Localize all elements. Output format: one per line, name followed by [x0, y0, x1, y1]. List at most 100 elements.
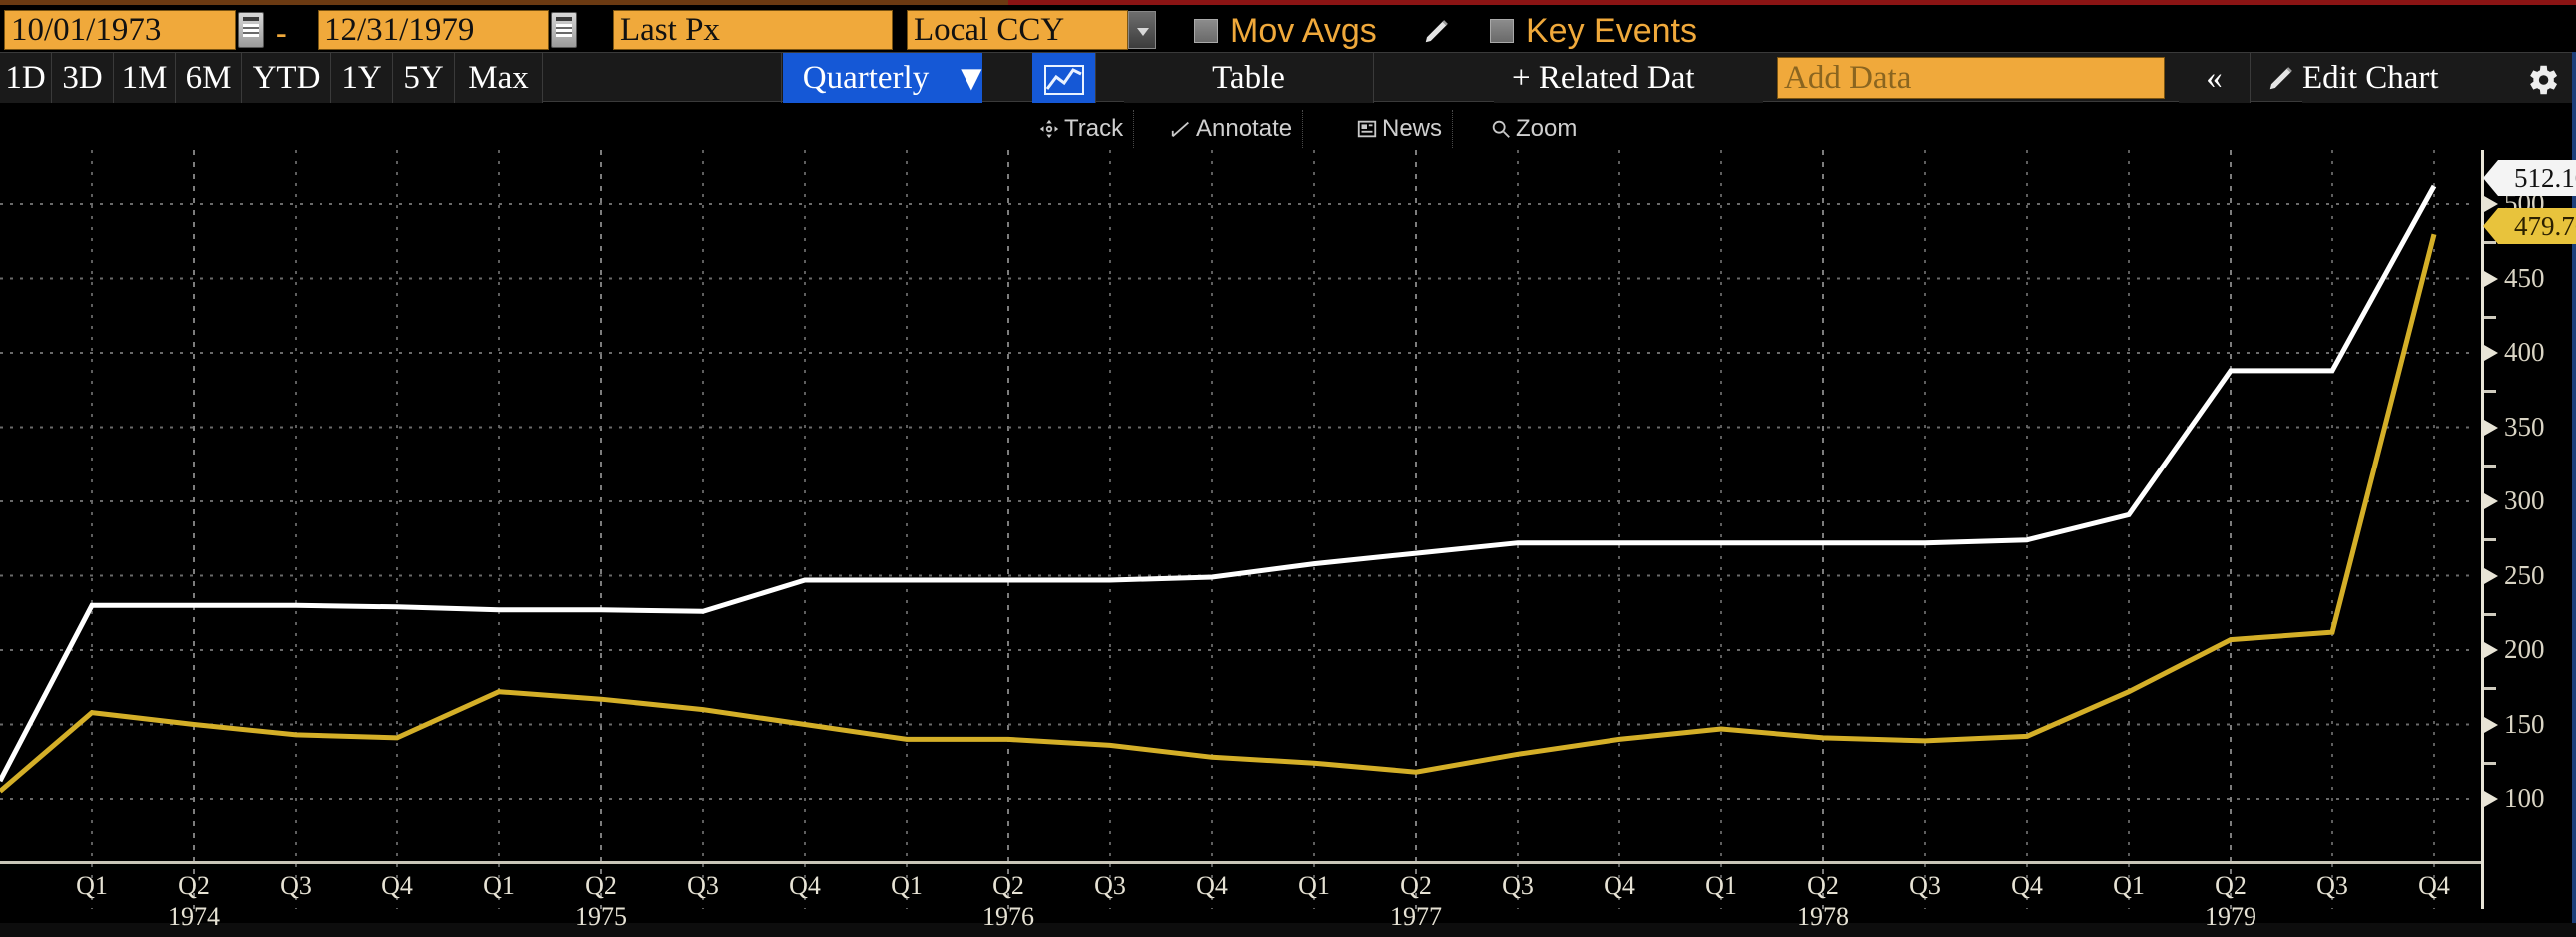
x-tick-year-label: 1979 [2186, 902, 2275, 932]
x-tick-quarter-label: Q1 [62, 871, 122, 901]
edit-chart-pencil-icon[interactable] [2266, 63, 2296, 93]
x-tick-quarter-label: Q3 [1488, 871, 1548, 901]
date-range-toolbar: 10/01/1973 - 12/31/1979 Last Px Local CC… [0, 6, 2576, 52]
y-minor-tick [2484, 613, 2496, 616]
x-axis-line [0, 861, 2481, 864]
x-tick-quarter-label: Q3 [2302, 871, 2362, 901]
x-tick-quarter-label: Q3 [1080, 871, 1140, 901]
x-tick-year-label: 1975 [556, 902, 646, 932]
currency-dropdown-chevron-down-icon[interactable] [1128, 11, 1156, 49]
magnifier-icon [1490, 118, 1512, 140]
x-tick-quarter-label: Q1 [2099, 871, 2159, 901]
gear-icon [2523, 61, 2561, 99]
table-button[interactable]: Table [1124, 53, 1374, 103]
x-tick-quarter-label: Q3 [673, 871, 733, 901]
y-tick-label: 100 [2504, 783, 2545, 814]
period-button-max[interactable]: Max [455, 53, 543, 103]
mov-avgs-label[interactable]: Mov Avgs [1230, 12, 1377, 50]
start-date-input[interactable]: 10/01/1973 [4, 10, 236, 50]
mov-avgs-checkbox[interactable] [1194, 19, 1218, 43]
collapse-toolbar-button[interactable]: « [2179, 53, 2251, 103]
x-tick-quarter-label: Q4 [1997, 871, 2057, 901]
interval-dropdown[interactable]: Quarterly [783, 53, 982, 103]
y-tick-label: 150 [2504, 709, 2545, 740]
horizontal-gridlines [0, 204, 2476, 799]
news-tool-label: News [1382, 115, 1442, 142]
y-tick-label: 450 [2504, 263, 2545, 294]
zoom-tool[interactable]: Zoom [1490, 110, 1587, 148]
edit-chart-button[interactable]: Edit Chart [2302, 53, 2512, 103]
x-tick-quarter-label: Q4 [775, 871, 835, 901]
annotate-tool-label: Annotate [1196, 115, 1292, 142]
end-date-input[interactable]: 12/31/1979 [318, 10, 549, 50]
y-tick-label: 400 [2504, 337, 2545, 368]
x-tick-quarter-label: Q2 [571, 871, 631, 901]
chart-plot-area[interactable] [0, 150, 2476, 859]
currency-field-input[interactable]: Local CCY [907, 10, 1128, 50]
y-minor-tick [2484, 316, 2496, 319]
period-toolbar: 1D 3D 1M 6M YTD 1Y 5Y Max Quarterly ▼ Ta… [0, 52, 2576, 102]
y-tick-arrow [2484, 642, 2498, 658]
x-tick-quarter-label: Q2 [2201, 871, 2260, 901]
x-tick-year-label: 1974 [149, 902, 239, 932]
x-tick-quarter-label: Q4 [1590, 871, 1649, 901]
period-button-6m[interactable]: 6M [176, 53, 242, 103]
y-tick-arrow [2484, 791, 2498, 807]
x-tick-quarter-label: Q2 [1793, 871, 1853, 901]
accent-bar-left [0, 0, 1008, 5]
accent-bar-right [1008, 0, 2576, 5]
period-button-ytd[interactable]: YTD [242, 53, 331, 103]
add-data-input[interactable]: Add Data [1777, 57, 2165, 99]
y-tick-label: 200 [2504, 634, 2545, 665]
track-tool-label: Track [1064, 115, 1123, 142]
period-button-1m[interactable]: 1M [114, 53, 176, 103]
y-tick-label: 350 [2504, 412, 2545, 443]
y-tick-arrow [2484, 717, 2498, 733]
news-tool[interactable]: News [1356, 110, 1453, 148]
period-button-1y[interactable]: 1Y [331, 53, 393, 103]
interval-chevron-down-icon[interactable]: ▼ [954, 53, 989, 103]
period-button-3d[interactable]: 3D [52, 53, 114, 103]
news-icon [1356, 118, 1378, 140]
end-date-calendar-icon[interactable] [551, 12, 577, 48]
y-minor-tick [2484, 687, 2496, 690]
line-chart-icon [1044, 65, 1084, 95]
zoom-tool-label: Zoom [1516, 115, 1577, 142]
y-minor-tick [2484, 390, 2496, 393]
gold-series-price-badge: 479.76 [2498, 208, 2576, 244]
x-tick-quarter-label: Q1 [1284, 871, 1344, 901]
key-events-label[interactable]: Key Events [1526, 12, 1697, 50]
y-tick-label: 250 [2504, 560, 2545, 591]
x-tick-quarter-label: Q3 [1895, 871, 1955, 901]
interval-dropdown-quarterly[interactable] [781, 53, 782, 103]
gold-series-line [0, 234, 2434, 791]
track-tool[interactable]: Track [1038, 110, 1134, 148]
crosshair-icon [1038, 118, 1060, 140]
x-tick-quarter-label: Q2 [1386, 871, 1446, 901]
key-events-checkbox[interactable] [1490, 19, 1514, 43]
white-series-price-badge: 512.10 [2498, 160, 2576, 196]
related-data-button[interactable]: + Related Dat [1494, 53, 1763, 103]
annotate-icon [1170, 118, 1192, 140]
y-tick-arrow [2484, 420, 2498, 436]
y-tick-arrow [2484, 271, 2498, 287]
price-field-input[interactable]: Last Px [613, 10, 893, 50]
period-button-1d[interactable]: 1D [0, 53, 52, 103]
chart-type-button[interactable] [1032, 53, 1096, 103]
y-minor-tick [2484, 762, 2496, 765]
mov-avgs-pencil-icon[interactable] [1422, 16, 1452, 46]
annotate-tool[interactable]: Annotate [1170, 110, 1303, 148]
x-tick-quarter-label: Q1 [1691, 871, 1751, 901]
start-date-calendar-icon[interactable] [238, 12, 264, 48]
x-tick-quarter-label: Q3 [266, 871, 325, 901]
x-tick-quarter-label: Q2 [978, 871, 1038, 901]
x-tick-quarter-label: Q4 [367, 871, 427, 901]
bloomberg-chart-window: 10/01/1973 - 12/31/1979 Last Px Local CC… [0, 0, 2576, 937]
x-tick-quarter-label: Q1 [469, 871, 529, 901]
y-minor-tick [2484, 538, 2496, 541]
chart-canvas [0, 150, 2476, 909]
white-series-line [0, 186, 2434, 781]
settings-button[interactable] [2512, 53, 2572, 103]
period-button-5y[interactable]: 5Y [393, 53, 455, 103]
x-tick-year-label: 1978 [1778, 902, 1868, 932]
